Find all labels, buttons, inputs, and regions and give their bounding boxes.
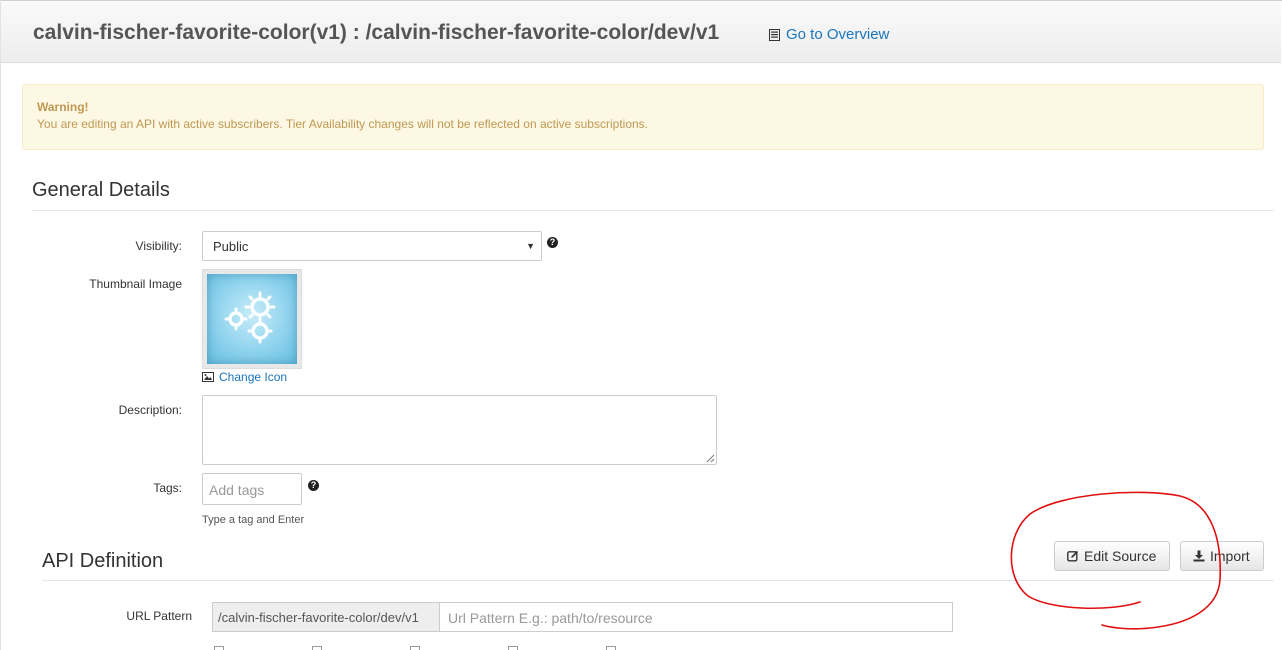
import-label: Import [1210,548,1250,564]
method-checkbox[interactable] [312,646,322,650]
section-divider [42,580,1274,581]
page-header: calvin-fischer-favorite-color(v1) : /cal… [1,1,1281,63]
visibility-select[interactable]: Public ▼ [202,231,542,261]
method-checkbox[interactable] [606,646,616,650]
description-textarea[interactable] [202,395,717,465]
url-context-prefix: /calvin-fischer-favorite-color/dev/v1 [212,602,439,632]
import-button[interactable]: Import [1180,541,1264,571]
resize-grip-icon[interactable] [706,454,715,463]
edit-source-button[interactable]: Edit Source [1054,541,1170,571]
picture-icon [202,372,214,382]
thumbnail-label: Thumbnail Image [89,277,182,291]
list-icon [769,28,780,41]
thumbnail-image [202,269,302,369]
visibility-value: Public [213,239,249,254]
visibility-help-icon[interactable]: ? [547,237,558,248]
url-pattern-label: URL Pattern [126,609,192,623]
go-to-overview-label[interactable]: Go to Overview [786,26,889,43]
method-checkbox[interactable] [508,646,518,650]
api-definition-heading: API Definition [42,550,164,572]
window-left-border [0,0,1,650]
tags-input[interactable]: Add tags [202,473,302,505]
change-icon-label[interactable]: Change Icon [219,370,287,384]
edit-source-label: Edit Source [1084,548,1157,564]
tags-help-text: Type a tag and Enter [202,514,305,526]
edit-icon [1067,550,1079,562]
method-checkbox[interactable] [214,646,224,650]
change-icon-link[interactable]: Change Icon [202,370,287,384]
warning-alert: Warning! You are editing an API with act… [22,84,1264,150]
general-details-heading: General Details [32,179,170,201]
section-divider [32,210,1274,211]
tags-help-icon[interactable]: ? [308,480,319,491]
alert-text: You are editing an API with active subsc… [37,117,648,131]
download-icon [1193,550,1205,562]
visibility-label: Visibility: [135,239,182,253]
url-pattern-input[interactable]: Url Pattern E.g.: path/to/resource [439,602,953,632]
alert-title: Warning! [37,100,89,114]
method-checkbox[interactable] [410,646,420,650]
caret-down-icon: ▼ [526,241,535,251]
go-to-overview-link[interactable]: Go to Overview [769,26,889,43]
tags-label: Tags: [153,481,182,495]
gears-icon [207,274,297,364]
page-title: calvin-fischer-favorite-color(v1) : /cal… [33,21,720,44]
description-label: Description: [118,403,182,417]
